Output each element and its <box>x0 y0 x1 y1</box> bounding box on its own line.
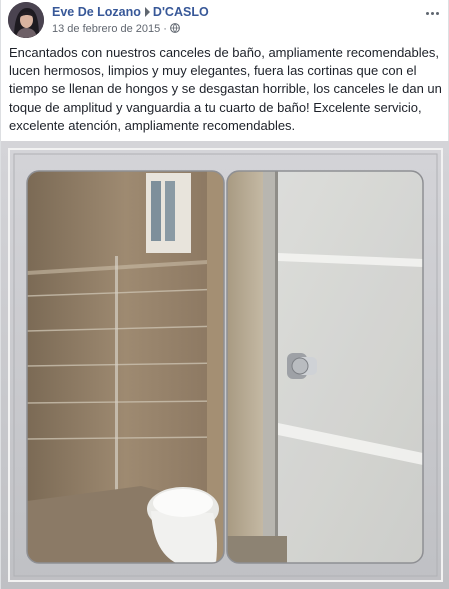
more-options-icon[interactable] <box>422 6 442 20</box>
author-name-link[interactable]: Eve De Lozano <box>52 5 141 19</box>
author-line: Eve De Lozano D'CASLO <box>52 5 209 19</box>
post-date-link[interactable]: 13 de febrero de 2015 <box>52 23 160 35</box>
shower-doors-photo <box>1 141 449 589</box>
post-header: Eve De Lozano D'CASLO 13 de febrero de 20… <box>8 2 444 38</box>
page-name-link[interactable]: D'CASLO <box>153 5 209 19</box>
avatar-image <box>8 2 44 38</box>
post-text: Encantados con nuestros canceles de baño… <box>9 45 442 133</box>
facebook-post: Eve De Lozano D'CASLO 13 de febrero de 20… <box>0 0 449 589</box>
meta-separator: · <box>163 23 167 35</box>
right-triangle-icon <box>144 7 150 17</box>
post-photo[interactable] <box>1 141 449 589</box>
author-avatar[interactable] <box>8 2 44 38</box>
globe-icon[interactable] <box>170 23 180 33</box>
post-meta: 13 de febrero de 2015 · <box>52 23 180 35</box>
